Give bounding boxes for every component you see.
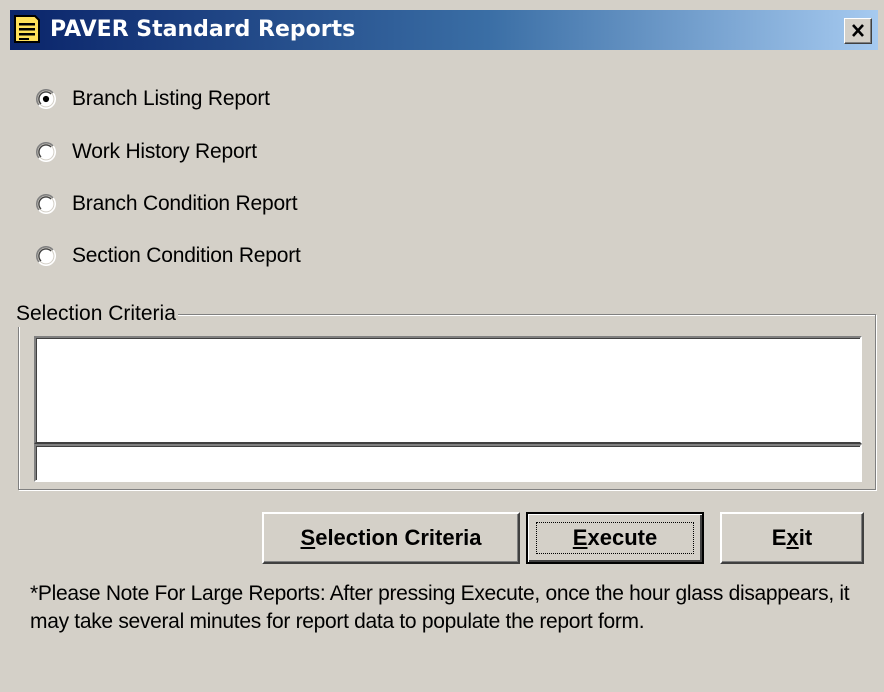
radio-label: Branch Listing Report — [72, 87, 270, 110]
button-label-part: E — [771, 525, 787, 550]
radio-unselected-icon[interactable] — [36, 246, 56, 266]
radio-branch-condition-report[interactable]: Branch Condition Report — [36, 189, 298, 219]
radio-section-condition-report[interactable]: Section Condition Report — [36, 241, 301, 271]
selection-criteria-legend: Selection Criteria — [16, 301, 178, 327]
button-accelerator-key: x — [786, 525, 799, 550]
close-icon — [852, 24, 864, 37]
exit-button[interactable]: Ex it — [720, 512, 864, 564]
selection-criteria-button[interactable]: Selection Criteria — [262, 512, 520, 564]
large-reports-note: *Please Note For Large Reports: After pr… — [30, 582, 850, 633]
execute-button[interactable]: Execute — [526, 512, 704, 564]
button-accelerator-key: E — [572, 525, 588, 550]
selection-criteria-line-field[interactable] — [34, 444, 862, 482]
radio-branch-listing-report[interactable]: Branch Listing Report — [36, 84, 270, 114]
radio-label: Branch Condition Report — [72, 192, 298, 215]
title-bar[interactable]: PAVER Standard Reports — [10, 10, 878, 50]
radio-selected-icon[interactable] — [36, 89, 56, 109]
selection-criteria-textbox[interactable] — [34, 336, 862, 444]
button-accelerator-key: S — [300, 525, 316, 550]
window-title: PAVER Standard Reports — [50, 17, 356, 42]
paver-standard-reports-window: PAVER Standard Reports Branch Listing Re… — [0, 0, 884, 692]
button-label-part: xecute — [587, 525, 658, 550]
radio-unselected-icon[interactable] — [36, 194, 56, 214]
radio-unselected-icon[interactable] — [36, 142, 56, 162]
report-icon — [12, 14, 42, 44]
radio-label: Work History Report — [72, 140, 257, 163]
radio-label: Section Condition Report — [72, 244, 301, 267]
close-button[interactable] — [844, 18, 872, 44]
button-label-part: election Criteria — [315, 525, 482, 550]
radio-work-history-report[interactable]: Work History Report — [36, 137, 257, 167]
button-label-part: it — [798, 525, 813, 550]
